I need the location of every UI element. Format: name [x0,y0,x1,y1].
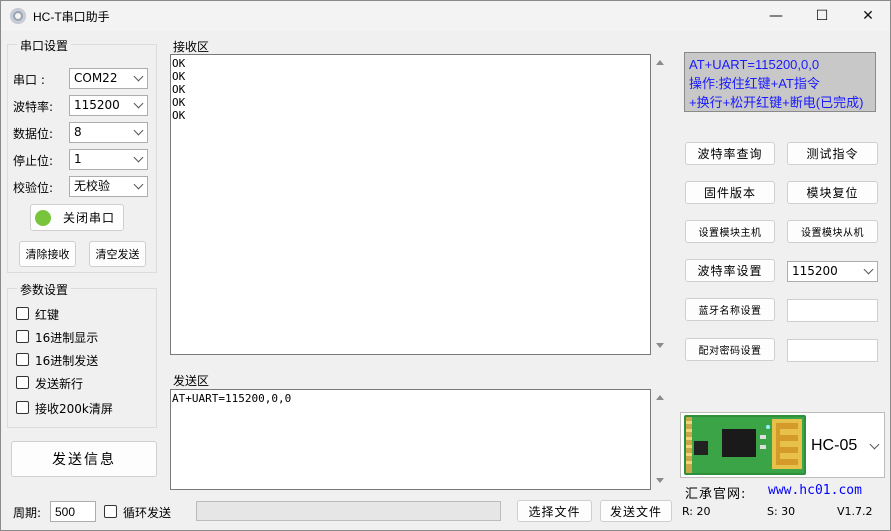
close-port-label: 关闭串口 [63,211,116,225]
receive-line: OK [172,96,186,109]
choose-file-button[interactable]: 选择文件 [517,500,592,522]
module-reset-button[interactable]: 模块复位 [787,181,878,204]
receive-scrollbar[interactable] [651,54,669,355]
send-scrollbar[interactable] [651,389,669,490]
red-key-label: 红键 [35,308,60,322]
chevron-down-icon [133,125,144,136]
clear-200k-checkbox[interactable] [16,401,29,414]
baud-set-select[interactable]: 115200 [787,261,878,282]
chevron-down-icon [133,98,144,109]
receive-line: OK [172,109,186,122]
maximize-button[interactable]: ☐ [799,1,845,31]
module-name: HC-05 [811,437,858,454]
send-newline-label: 发送新行 [35,377,84,391]
port-value: COM22 [74,71,118,85]
parity-select[interactable]: 无校验 [69,176,148,197]
info-panel: AT+UART=115200,0,0 操作:按住红键+AT指令 +换行+松开红键… [684,52,876,112]
period-input[interactable] [50,501,96,522]
scroll-up-icon[interactable] [656,395,664,400]
baud-label: 波特率: [13,100,54,114]
website-link[interactable]: www.hc01.com [768,483,862,498]
scroll-down-icon[interactable] [656,478,664,483]
info-line: AT+UART=115200,0,0 [689,57,820,72]
receive-area-label: 接收区 [173,40,210,54]
loop-send-checkbox[interactable] [104,505,117,518]
period-label: 周期: [13,506,42,520]
baud-set-button[interactable]: 波特率设置 [685,259,775,282]
test-command-button[interactable]: 测试指令 [787,142,878,165]
clear-receive-button[interactable]: 清除接收 [19,241,76,267]
title-bar: HC-T串口助手 — ☐ ✕ [1,1,890,31]
module-select[interactable]: HC-05 [680,412,885,478]
bt-name-button[interactable]: 蓝牙名称设置 [685,298,775,321]
params-group-label: 参数设置 [17,281,72,298]
clear-send-button[interactable]: 清空发送 [89,241,146,267]
parity-label: 校验位: [13,181,54,195]
chevron-down-icon [869,439,880,450]
pair-password-input[interactable] [787,339,878,362]
hex-send-label: 16进制发送 [35,354,99,368]
stopbits-value: 1 [74,152,82,166]
info-line: 操作:按住红键+AT指令 [689,76,820,91]
hc05-module-image [684,415,806,475]
chevron-down-icon [133,71,144,82]
sent-count: S: 30 [767,505,796,518]
scroll-up-icon[interactable] [656,60,664,65]
databits-value: 8 [74,125,82,139]
stopbits-select[interactable]: 1 [69,149,148,170]
chevron-down-icon [133,179,144,190]
chevron-down-icon [863,264,874,275]
databits-select[interactable]: 8 [69,122,148,143]
send-file-button[interactable]: 发送文件 [600,500,672,522]
send-textarea[interactable]: AT+UART=115200,0,0 [170,389,651,490]
receive-line: OK [172,57,186,70]
hex-display-label: 16进制显示 [35,331,99,345]
baud-set-value: 115200 [792,264,838,278]
baud-select[interactable]: 115200 [69,95,148,116]
bt-name-input[interactable] [787,299,878,322]
port-select[interactable]: COM22 [69,68,148,89]
scroll-down-icon[interactable] [656,343,664,348]
app-window: HC-T串口助手 — ☐ ✕ 串口设置 串口 : COM22 波特率: 1152… [0,0,891,531]
port-label: 串口 : [13,73,45,87]
info-line: +换行+松开红键+断电(已完成) [689,95,864,110]
close-port-button[interactable]: 关闭串口 [30,204,124,231]
send-progress-bar [196,501,501,521]
serial-settings-label: 串口设置 [17,37,72,54]
receive-line: OK [172,70,186,83]
red-key-checkbox[interactable] [16,307,29,320]
send-info-button[interactable]: 发送信息 [11,441,157,477]
hex-display-checkbox[interactable] [16,330,29,343]
send-area-label: 发送区 [173,374,210,388]
receive-line: OK [172,83,186,96]
close-button[interactable]: ✕ [845,1,891,31]
set-slave-button[interactable]: 设置模块从机 [787,220,878,243]
hex-send-checkbox[interactable] [16,353,29,366]
stopbits-label: 停止位: [13,154,54,168]
send-text: AT+UART=115200,0,0 [172,392,292,405]
minimize-button[interactable]: — [753,1,799,31]
received-count: R: 20 [682,505,711,518]
version-label: V1.7.2 [837,505,873,518]
port-status-icon [35,209,51,226]
baud-query-button[interactable]: 波特率查询 [685,142,775,165]
set-master-button[interactable]: 设置模块主机 [685,220,775,243]
loop-send-label: 循环发送 [123,506,172,520]
receive-textarea[interactable]: OK OK OK OK OK [170,54,651,355]
pair-password-button[interactable]: 配对密码设置 [685,338,775,361]
databits-label: 数据位: [13,127,54,141]
website-label: 汇承官网: [685,487,747,502]
app-gear-icon [10,8,26,24]
parity-value: 无校验 [74,179,111,193]
window-title: HC-T串口助手 [33,10,110,24]
chevron-down-icon [133,152,144,163]
send-newline-checkbox[interactable] [16,376,29,389]
clear-200k-label: 接收200k清屏 [35,402,113,416]
firmware-version-button[interactable]: 固件版本 [685,181,775,204]
baud-value: 115200 [74,98,120,112]
